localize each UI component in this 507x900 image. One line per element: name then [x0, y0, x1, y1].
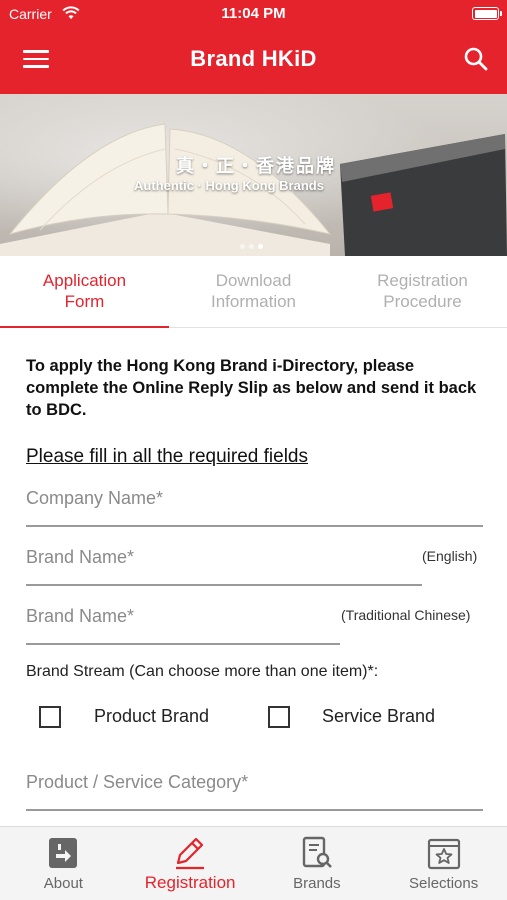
- hero-banner[interactable]: 真・正・香港品牌 Authentic · Hong Kong Brands: [0, 94, 507, 256]
- field-underline: [26, 643, 340, 645]
- product-brand-label[interactable]: Product Brand: [94, 706, 209, 727]
- category-placeholder: Product / Service Category*: [26, 772, 249, 792]
- banner-chinese-text: 真・正・香港品牌: [176, 156, 336, 176]
- nav-registration[interactable]: Registration: [127, 827, 254, 900]
- service-brand-label[interactable]: Service Brand: [322, 706, 435, 727]
- carousel-dot[interactable]: [240, 244, 245, 249]
- english-note: (English): [422, 548, 478, 564]
- section-tabs: Application Form Download Information Re…: [0, 256, 507, 328]
- company-name-placeholder: Company Name*: [26, 488, 164, 508]
- nav-about-label: About: [43, 875, 83, 892]
- product-brand-checkbox[interactable]: [39, 706, 61, 728]
- bottom-tab-bar: About Registration Brands Selections: [0, 826, 507, 900]
- traditional-chinese-note: (Traditional Chinese): [341, 607, 471, 623]
- service-brand-checkbox[interactable]: [268, 706, 290, 728]
- pencil-icon: [176, 837, 205, 870]
- company-name-field[interactable]: Company Name*: [26, 488, 483, 528]
- banner-english-text: Authentic · Hong Kong Brands: [134, 178, 324, 193]
- app-header: Carrier 11:04 PM Brand HKiD: [0, 0, 507, 94]
- nav-about[interactable]: About: [0, 827, 127, 900]
- carousel-dot-active[interactable]: [258, 244, 263, 249]
- clock: 11:04 PM: [221, 5, 286, 22]
- tab-application-form[interactable]: Application Form: [0, 256, 169, 328]
- nav-registration-label: Registration: [144, 873, 236, 892]
- product-service-category-field[interactable]: Product / Service Category*: [26, 772, 483, 812]
- brand-name-english-field[interactable]: Brand Name*: [26, 547, 422, 587]
- nav-brands[interactable]: Brands: [254, 827, 381, 900]
- star-icon: [427, 838, 460, 870]
- brand-name-english-placeholder: Brand Name*: [26, 547, 135, 567]
- form-intro-text: To apply the Hong Kong Brand i-Directory…: [26, 357, 477, 419]
- tab-label: Application: [42, 271, 127, 290]
- tab-label: Information: [210, 292, 297, 311]
- tab-label: Form: [64, 292, 105, 311]
- tab-download-information[interactable]: Download Information: [169, 256, 338, 327]
- nav-brands-label: Brands: [293, 875, 341, 892]
- tab-label: Registration: [377, 271, 468, 290]
- status-bar: Carrier 11:04 PM: [0, 0, 507, 30]
- battery-icon: [472, 7, 502, 20]
- brand-name-chinese-placeholder: Brand Name*: [26, 606, 135, 626]
- field-underline: [26, 809, 483, 811]
- search-icon[interactable]: [463, 46, 489, 72]
- carousel-dot[interactable]: [249, 244, 254, 249]
- about-icon: [49, 838, 78, 868]
- tab-label: Download: [215, 271, 292, 290]
- brands-search-icon: [302, 836, 332, 868]
- tab-label: Procedure: [383, 292, 462, 311]
- nav-selections[interactable]: Selections: [380, 827, 507, 900]
- brand-name-chinese-field[interactable]: Brand Name*: [26, 606, 340, 646]
- carousel-indicator: [240, 236, 267, 254]
- nav-selections-label: Selections: [409, 875, 479, 892]
- required-fields-note: Please fill in all the required fields: [26, 446, 308, 467]
- field-underline: [26, 584, 422, 586]
- brand-stream-label: Brand Stream (Can choose more than one i…: [26, 663, 379, 680]
- tab-registration-procedure[interactable]: Registration Procedure: [338, 256, 507, 327]
- page-title: Brand HKiD: [190, 46, 317, 71]
- field-underline: [26, 525, 483, 527]
